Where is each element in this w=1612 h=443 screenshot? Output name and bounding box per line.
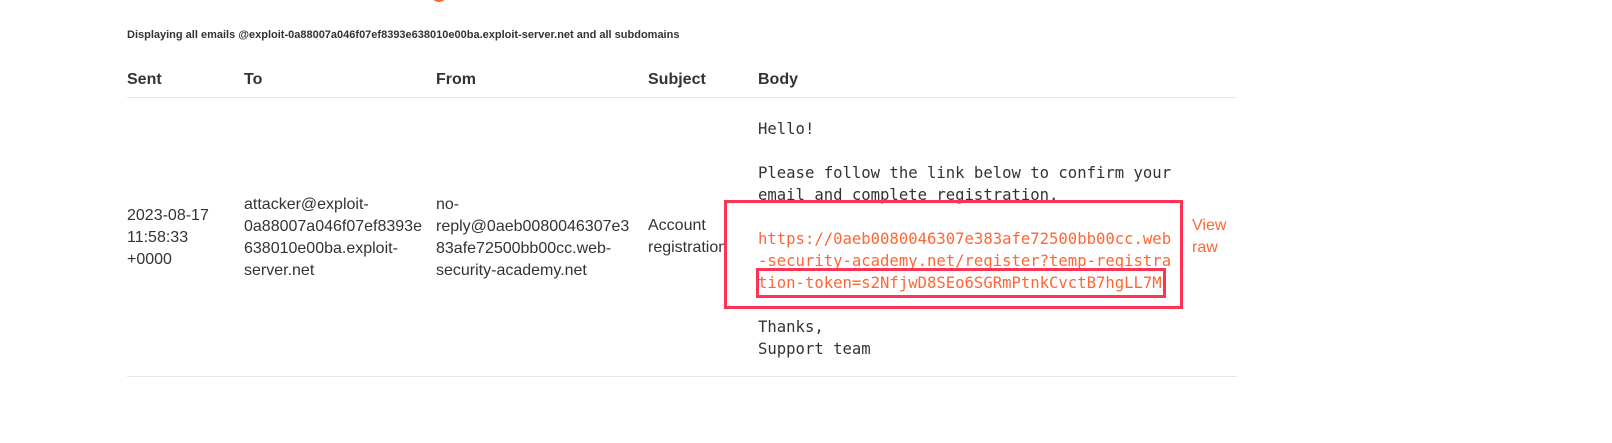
header-body: Body <box>758 71 798 88</box>
to-line: 0a88007a046f07ef8393e <box>244 218 422 235</box>
from-line: 83afe72500bb00cc.web- <box>436 240 612 257</box>
sent-time: 11:58:33 <box>127 229 189 246</box>
registration-link-part: https://0aeb0080046307e383afe72500bb00cc… <box>758 230 1172 248</box>
to-line: 638010e00ba.exploit- <box>244 240 398 257</box>
view-raw-line: raw <box>1192 239 1218 256</box>
subject-cell: Account registration <box>648 215 748 259</box>
body-signoff: Thanks, <box>758 318 824 336</box>
header-subject: Subject <box>648 71 706 88</box>
from-cell: no- reply@0aeb0080046307e3 83afe72500bb0… <box>436 194 631 282</box>
from-line: no- <box>436 196 460 213</box>
cropped-heading-fragment <box>0 0 1612 6</box>
view-raw-link[interactable]: View raw <box>1192 215 1252 259</box>
from-line: security-academy.net <box>436 262 587 279</box>
registration-link[interactable]: https://0aeb0080046307e383afe72500bb00cc… <box>758 228 1178 294</box>
to-cell: attacker@exploit- 0a88007a046f07ef8393e … <box>244 194 424 282</box>
view-raw-line: View <box>1192 217 1227 234</box>
email-table: Sent To From Subject Body 2023-08-17 11:… <box>127 66 1237 377</box>
table-header: Sent To From Subject Body <box>127 66 1237 98</box>
body-instruction-line: email and complete registration. <box>758 186 1059 204</box>
to-line: server.net <box>244 262 315 279</box>
body-greeting: Hello! <box>758 120 815 138</box>
sent-cell: 2023-08-17 11:58:33 +0000 <box>127 205 232 271</box>
sent-date: 2023-08-17 <box>127 207 209 224</box>
header-to: To <box>244 71 263 88</box>
email-client-page: Displaying all emails @exploit-0a88007a0… <box>0 0 1612 443</box>
sent-timezone: +0000 <box>127 251 172 268</box>
header-sent: Sent <box>127 71 162 88</box>
subject-line: registration <box>648 239 728 256</box>
header-from: From <box>436 71 476 88</box>
registration-link-part: -security-academy.net/register?temp-regi… <box>758 252 1172 270</box>
cropped-at-glyph <box>431 0 447 2</box>
from-line: reply@0aeb0080046307e3 <box>436 218 630 235</box>
to-line: attacker@exploit- <box>244 196 369 213</box>
body-signature: Support team <box>758 340 871 358</box>
table-row: 2023-08-17 11:58:33 +0000 attacker@explo… <box>127 98 1237 377</box>
body-instruction-line: Please follow the link below to confirm … <box>758 164 1172 182</box>
subject-line: Account <box>648 217 706 234</box>
email-scope-info: Displaying all emails @exploit-0a88007a0… <box>127 29 680 41</box>
registration-link-part: tion-token=s2NfjwD8SEo6SGRmPtnkCvctB7hgL… <box>758 274 1162 292</box>
body-cell: Hello! Please follow the link below to c… <box>758 118 1178 360</box>
